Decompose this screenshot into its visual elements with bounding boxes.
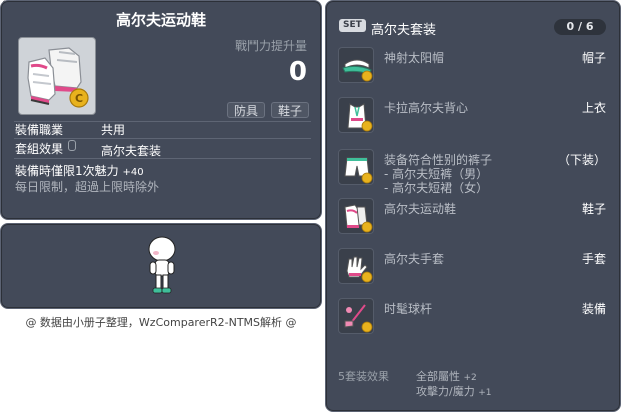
golf-club-icon [338,298,374,334]
set-item-slot: 上衣 [581,101,606,115]
effect-bonus: +1 [478,388,492,398]
set-item: 神射太阳帽 帽子 [338,47,606,87]
set-item: 时髦球杆 装備 [338,298,606,338]
vest-icon [338,97,374,133]
visor-hat-icon [338,47,374,83]
set-effect-line: 攻擊力/魔力 +1 [416,383,492,399]
effect-text: 攻擊力/魔力 [416,385,475,398]
set-item-name: 卡拉高尔夫背心 [384,101,469,115]
set-item-name: 高尔夫手套 [384,252,445,266]
power-value: 0 [288,57,307,87]
golf-glove-icon [338,248,374,284]
lock-icon [68,140,76,151]
set-item-slot: 帽子 [581,51,606,65]
set-item: 卡拉高尔夫背心 上衣 [338,97,606,137]
set-effect-count: 5套装效果 [338,370,389,383]
shorts-icon [338,149,374,185]
item-tooltip: 高尔夫运动鞋 C 戰鬥力提升量 0 防具 鞋子 裝備職業 共用 套組效果 高尔夫… [0,0,322,220]
tag-armor: 防具 [227,102,266,118]
limit-note: 每日限制，超過上限時除外 [15,180,160,194]
set-item-slot: （下装） [557,153,606,167]
set-count: 0 / 6 [554,19,606,35]
item-icon-box: C [18,37,96,115]
set-item-name: 高尔夫运动鞋 [384,202,457,216]
set-effect-value: 高尔夫套装 [101,144,162,158]
set-item-sub: - 高尔夫短裙（女） [384,181,489,195]
set-item: 高尔夫手套 手套 [338,248,606,288]
set-title: 高尔夫套装 [371,23,437,38]
set-tooltip: SET 高尔夫套装 0 / 6 神射太阳帽 帽子 卡拉高尔夫背心 上衣 装备符合… [325,0,621,412]
divider [14,158,311,159]
tag-shoes: 鞋子 [271,102,310,118]
divider [14,138,311,139]
power-label: 戰鬥力提升量 [234,39,307,53]
credit-text: @ 数据由小册子整理，WzComparerR2-NTMS解析 @ [25,316,297,329]
effect-text: 全部屬性 [416,370,460,383]
job-label: 裝備職業 [15,123,64,137]
limit-bonus: +40 [122,167,144,178]
set-item-slot: 鞋子 [581,202,606,216]
set-effect-line: 全部屬性 +2 [416,368,477,384]
set-item-name: 时髦球杆 [384,302,433,316]
set-item: 装备符合性别的裤子 （下装） - 高尔夫短裤（男） - 高尔夫短裙（女） [338,149,606,197]
golf-shoes-icon: C [27,47,89,108]
character-avatar [148,236,176,294]
svg-text:C: C [75,92,83,105]
golf-shoes-icon [338,198,374,234]
job-value: 共用 [101,123,126,137]
item-name: 高尔夫运动鞋 [115,11,206,29]
set-badge: SET [339,19,366,32]
limit-text: 裝備時僅限1次魅力 +40 [15,162,144,179]
set-item-name: 神射太阳帽 [384,51,445,65]
set-item: 高尔夫运动鞋 鞋子 [338,198,606,238]
set-item-slot: 装備 [581,302,606,316]
set-item-slot: 手套 [581,252,606,266]
effect-bonus: +2 [463,373,477,383]
set-effect-label: 套組效果 [15,142,64,156]
limit-label: 裝備時僅限1次魅力 [15,164,119,178]
avatar-preview [0,223,322,309]
